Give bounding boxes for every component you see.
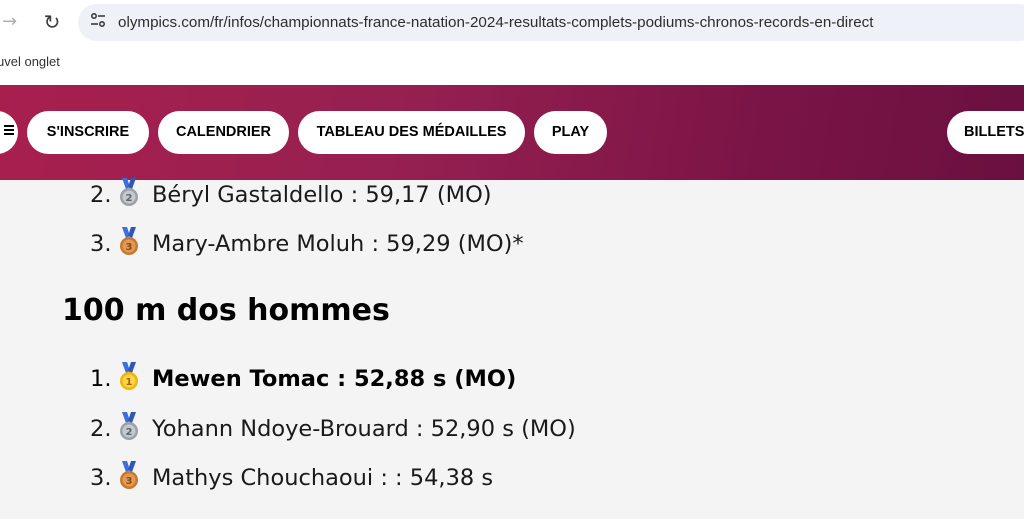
svg-text:3: 3 xyxy=(126,242,133,253)
list-item: 2. 2 Yohann Ndoye-Brouard : 52,90 s (MO) xyxy=(90,411,576,446)
nav-billets[interactable]: BILLETS xyxy=(947,111,1024,154)
browser-toolbar: → ↻ olympics.com/fr/infos/championnats-f… xyxy=(0,0,1024,45)
section-heading: 100 m dos hommes xyxy=(62,293,390,328)
site-nav: S'INSCRIRE CALENDRIER TABLEAU DES MÉDAIL… xyxy=(0,85,1024,180)
site-info-icon[interactable] xyxy=(86,11,110,35)
arrow-right-icon[interactable]: → xyxy=(2,11,22,33)
menu-button[interactable] xyxy=(0,111,18,154)
nav-tableau-des-medailles[interactable]: TABLEAU DES MÉDAILLES xyxy=(298,111,525,154)
list-item: 1. 1 Mewen Tomac : 52,88 s (MO) xyxy=(90,361,516,396)
svg-text:2: 2 xyxy=(126,193,133,204)
bronze-medal-icon: 3 xyxy=(118,460,140,491)
nav-calendrier[interactable]: CALENDRIER xyxy=(158,111,289,154)
bookmark-new-tab[interactable]: uvel onglet xyxy=(0,54,60,69)
bronze-medal-icon: 3 xyxy=(118,226,140,257)
list-item: 3. 3 Mathys Chouchaoui : : 54,38 s xyxy=(90,460,493,495)
svg-text:3: 3 xyxy=(126,476,133,487)
silver-medal-icon: 2 xyxy=(118,177,140,208)
reload-icon[interactable]: ↻ xyxy=(40,10,64,34)
bookmarks-bar: uvel onglet xyxy=(0,45,1024,85)
list-item: 3. 3 Mary-Ambre Moluh : 59,29 (MO)* xyxy=(90,226,524,261)
list-item: 2. 2 Béryl Gastaldello : 59,17 (MO) xyxy=(90,177,492,212)
nav-play[interactable]: PLAY xyxy=(534,111,607,154)
article-content: 2. 2 Béryl Gastaldello : 59,17 (MO) 3. 3 Mar… xyxy=(0,177,1024,519)
silver-medal-icon: 2 xyxy=(118,411,140,442)
address-bar[interactable]: olympics.com/fr/infos/championnats-franc… xyxy=(78,4,1024,41)
svg-text:1: 1 xyxy=(126,377,133,388)
menu-icon xyxy=(0,111,14,154)
svg-text:2: 2 xyxy=(126,427,133,438)
url-text[interactable]: olympics.com/fr/infos/championnats-franc… xyxy=(118,4,873,41)
nav-sinscrire[interactable]: S'INSCRIRE xyxy=(27,111,149,154)
gold-medal-icon: 1 xyxy=(118,361,140,392)
